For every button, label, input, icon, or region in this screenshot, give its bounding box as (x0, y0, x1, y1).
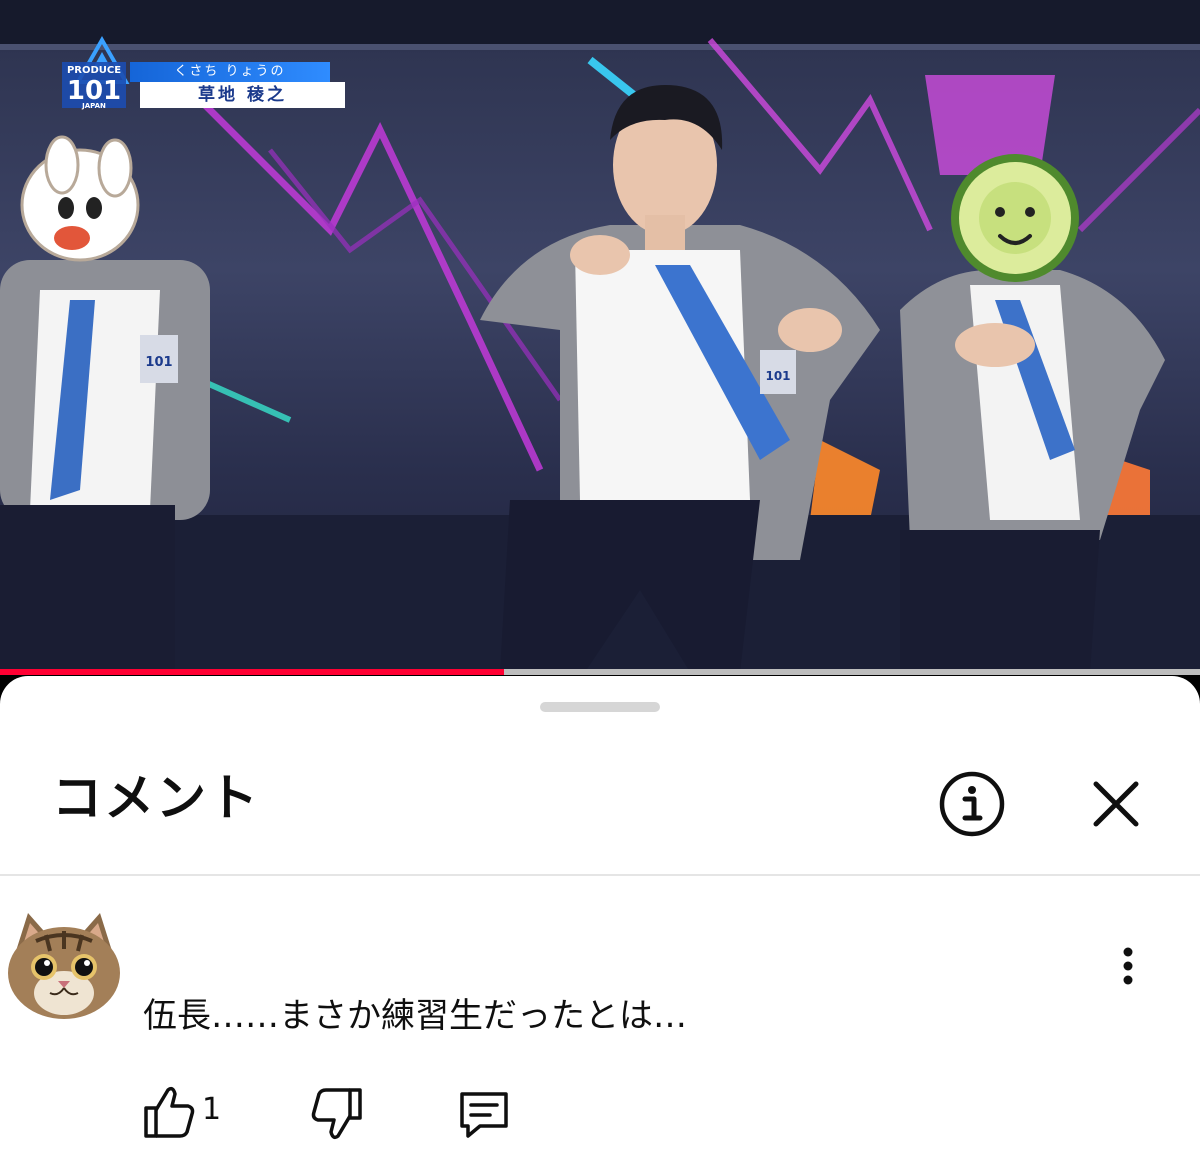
commenter-avatar[interactable] (6, 911, 122, 1021)
video-progress-bar[interactable] (0, 669, 1200, 675)
like-count: 1 (202, 1092, 222, 1127)
badge-number-left: 101 (145, 355, 172, 370)
reply-comment-icon (460, 1092, 508, 1138)
sheet-drag-handle[interactable] (540, 702, 660, 712)
badge-number-center: 101 (765, 369, 790, 383)
info-button[interactable] (938, 770, 1006, 838)
comment-text: 伍長……まさか練習生だったとは… (143, 996, 687, 1036)
logo-produce-text: PRODUCE (67, 65, 121, 76)
cucumber-sticker (951, 154, 1079, 282)
header-divider (0, 874, 1200, 876)
info-circle-icon (939, 771, 1005, 837)
comments-title: コメント (52, 769, 260, 827)
trainee-name-kana: くさち りょうの (130, 62, 330, 82)
close-x-icon (1093, 781, 1139, 827)
close-button[interactable] (1088, 776, 1144, 832)
thumbs-up-icon (144, 1086, 195, 1138)
trainee-name-banner: くさち りょうの 草地 稜之 (130, 62, 345, 108)
video-progress-fill (0, 669, 504, 675)
logo-japan-text: JAPAN (81, 102, 106, 110)
comments-sheet: コメント 伍長……まさか練習生だったとは… 1 (0, 676, 1200, 1167)
like-button[interactable] (140, 1084, 200, 1140)
more-vertical-icon (1123, 947, 1133, 985)
reply-button[interactable] (454, 1086, 514, 1142)
dislike-button[interactable] (306, 1086, 366, 1142)
produce-101-logo: PRODUCE 101 JAPAN (62, 35, 130, 110)
rabbit-sticker (20, 135, 140, 262)
trainee-name-kanji: 草地 稜之 (140, 82, 345, 108)
comment-more-button[interactable] (1112, 944, 1144, 988)
video-player[interactable]: 101 101 PRODUCE 101 JAPAN くさち りょうの 草地 稜之 (0, 0, 1200, 672)
thumbs-down-icon (311, 1088, 362, 1140)
cat-face-avatar (8, 913, 120, 1019)
